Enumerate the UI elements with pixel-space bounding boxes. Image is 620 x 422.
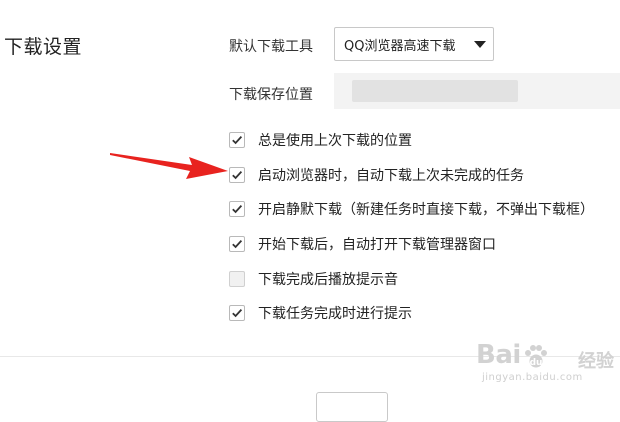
checkbox-resume-unfinished[interactable] (229, 167, 245, 183)
check-icon (232, 308, 243, 318)
checkbox-silent-download[interactable] (229, 201, 245, 217)
watermark-brand: Bai (476, 340, 521, 370)
option-label: 总是使用上次下载的位置 (258, 133, 412, 149)
option-silent-download[interactable]: 开启静默下载（新建任务时直接下载，不弹出下载框） (229, 199, 594, 219)
checkbox-open-manager[interactable] (229, 236, 245, 252)
check-icon (232, 135, 243, 145)
chevron-down-icon (474, 41, 486, 48)
option-label: 开启静默下载（新建任务时直接下载，不弹出下载框） (258, 202, 594, 218)
download-tool-dropdown[interactable]: QQ浏览器高速下载 (334, 27, 494, 61)
download-tool-selected: QQ浏览器高速下载 (344, 38, 456, 54)
baidu-watermark: Bai du 经验 jingyan.baidu.com (476, 340, 616, 390)
option-notify-complete[interactable]: 下载任务完成时进行提示 (229, 303, 412, 323)
checkbox-play-sound[interactable] (229, 271, 245, 287)
option-label: 启动浏览器时，自动下载上次未完成的任务 (258, 168, 524, 184)
svg-text:du: du (530, 358, 543, 368)
watermark-url: jingyan.baidu.com (482, 372, 583, 383)
paw-icon: du (525, 345, 547, 368)
bottom-button[interactable] (316, 392, 388, 422)
watermark-suffix: 经验 (578, 351, 614, 372)
checkbox-notify-complete[interactable] (229, 305, 245, 321)
checkbox-use-last-location[interactable] (229, 132, 245, 148)
red-arrow-icon (110, 153, 228, 179)
download-tool-label: 默认下载工具 (229, 39, 313, 55)
check-icon (232, 170, 243, 180)
option-label: 开始下载后，自动打开下载管理器窗口 (258, 237, 496, 253)
option-play-sound[interactable]: 下载完成后播放提示音 (229, 269, 398, 289)
option-label: 下载完成后播放提示音 (258, 272, 398, 288)
option-open-manager[interactable]: 开始下载后，自动打开下载管理器窗口 (229, 234, 496, 254)
save-location-path-blur (352, 80, 518, 102)
option-use-last-location[interactable]: 总是使用上次下载的位置 (229, 130, 412, 150)
check-icon (232, 239, 243, 249)
save-location-label: 下载保存位置 (229, 87, 313, 103)
option-label: 下载任务完成时进行提示 (258, 306, 412, 322)
check-icon (232, 204, 243, 214)
option-resume-unfinished[interactable]: 启动浏览器时，自动下载上次未完成的任务 (229, 165, 524, 185)
section-title: 下载设置 (4, 36, 83, 58)
